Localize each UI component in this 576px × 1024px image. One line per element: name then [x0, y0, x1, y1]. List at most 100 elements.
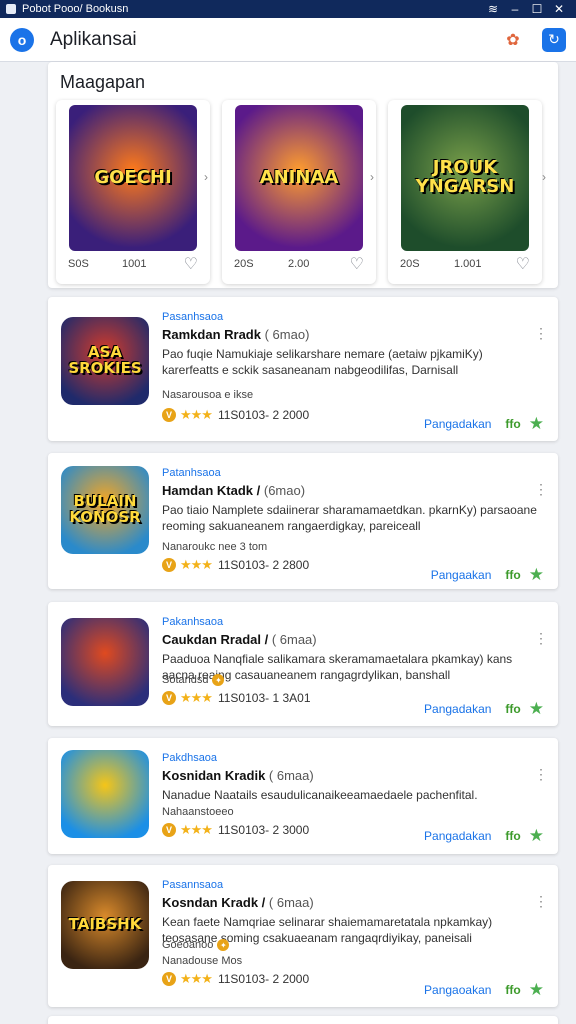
card-value-mid: 1.001 [454, 258, 482, 270]
rating-stars-icon: ★★★ [180, 407, 213, 422]
game-art-image: JROUK YNGARSN [401, 105, 529, 251]
app-name-text: Kosndan Kradk / [162, 895, 266, 910]
badge-icon: ✦ [217, 939, 230, 952]
maximize-icon[interactable]: ☐ [526, 0, 548, 18]
chevron-right-icon[interactable]: › [542, 170, 546, 184]
app-name: Hamdan Ktadk / (6mao) [162, 483, 305, 498]
favorite-star-icon[interactable]: ★ [529, 826, 544, 846]
more-options-icon[interactable]: ⋮ [534, 325, 548, 342]
page-title: Aplikansai [50, 28, 137, 50]
verified-badge-icon: V [162, 691, 176, 705]
rating-stars-icon: ★★★ [180, 690, 213, 705]
app-name-text: Caukdan Rradal / [162, 632, 269, 647]
app-icon-title: TAIBSHK [68, 915, 142, 934]
app-name: Ramkdan Rradk ( 6mao) [162, 327, 309, 342]
app-description: Pao tiaio Namplete sdaiinerar sharamamae… [162, 503, 537, 533]
app-logo-icon[interactable]: o [10, 27, 34, 52]
app-name-text: Kosnidan Kradik [162, 768, 266, 783]
download-link[interactable]: Pangadakan [424, 702, 491, 716]
app-rating: V ★★★ 11S0103- 1 3A01 [162, 690, 311, 706]
app-extra-info: Nahaanstoeeo [162, 806, 234, 818]
app-rating: V ★★★ 11S0103- 2 3000 [162, 822, 309, 838]
app-rating: V ★★★ 11S0103- 2 2800 [162, 557, 309, 573]
app-category: Pakdhsaoa [162, 752, 218, 764]
app-list-item[interactable]: TAIBSHK Pasannsaoa Kosndan Kradk / ( 6ma… [48, 865, 558, 1007]
card-value-left: S0S [68, 258, 89, 270]
app-description: Pao fuqie Namukiaje selikarshare nemare … [162, 347, 483, 377]
rating-text: 11S0103- 2 2000 [217, 972, 310, 986]
app-rating: V ★★★ 11S0103- 2 2000 [162, 407, 309, 423]
heart-icon[interactable]: ♡ [350, 254, 364, 274]
price-label: ffo [505, 702, 521, 716]
more-options-icon[interactable]: ⋮ [534, 481, 548, 498]
featured-card[interactable]: GOECHI S0S 1001 ♡ [56, 100, 210, 284]
favorite-star-icon[interactable]: ★ [529, 980, 544, 1000]
app-extra-info-2: Nanadouse Mos [162, 955, 242, 967]
download-row: Pangadakan ffo ★ [424, 699, 544, 719]
heart-icon[interactable]: ♡ [184, 254, 198, 274]
game-art-title: GOECHI [94, 166, 172, 188]
app-list-item[interactable]: Pakdhsaoa Kosnidan Kradik ( 6maa) Nanadu… [48, 738, 558, 854]
game-art-image: ANINAA [235, 105, 363, 251]
card-value-left: 20S [400, 258, 420, 270]
download-row: Pangadakan ffo ★ [424, 826, 544, 846]
app-icon-title: BULAIN KONOSR [69, 492, 141, 526]
more-options-icon[interactable]: ⋮ [534, 893, 548, 910]
app-extra-info: Goeoanoo ✦ [162, 939, 230, 952]
app-name-text: Ramkdan Rradk [162, 327, 261, 342]
download-link[interactable]: Pangadakan [424, 417, 491, 431]
app-name: Caukdan Rradal / ( 6maa) [162, 632, 317, 647]
favorite-star-icon[interactable]: ★ [529, 565, 544, 585]
window-titlebar: Pobot Pooo/ Bookusn ≋ – ☐ ✕ [0, 0, 576, 18]
rating-text: 11S0103- 2 2800 [217, 558, 310, 572]
app-list-item[interactable]: ASA SROKIES Pasanhsaoa Ramkdan Rradk ( 6… [48, 297, 558, 441]
more-options-icon[interactable]: ⋮ [534, 766, 548, 783]
rating-stars-icon: ★★★ [180, 971, 213, 986]
app-header: o Aplikansai ✿ ↻ [0, 18, 576, 62]
more-options-icon[interactable]: ⋮ [534, 630, 548, 647]
sync-button[interactable]: ↻ [542, 27, 566, 52]
app-icon-image: ASA SROKIES [61, 317, 149, 405]
app-extra-info: Nasarousoa e ikse [162, 389, 253, 401]
app-size: ( 6mao) [264, 327, 310, 342]
game-art-image: GOECHI [69, 105, 197, 251]
game-art-title: ANINAA [259, 166, 339, 188]
download-link[interactable]: Pangaoakan [424, 983, 491, 997]
app-icon-image [61, 750, 149, 838]
minimize-icon[interactable]: – [504, 0, 526, 18]
featured-card[interactable]: ANINAA 20S 2.00 ♡ [222, 100, 376, 284]
app-icon-image: BULAIN KONOSR [61, 466, 149, 554]
app-category: Pakanhsaoa [162, 616, 224, 628]
app-icon-image: TAIBSHK [61, 881, 149, 969]
app-extra-info: Sotandsd ✦ [162, 674, 225, 687]
rating-text: 11S0103- 1 3A01 [217, 691, 311, 705]
wifi-icon: ≋ [487, 2, 499, 16]
app-name-text: Hamdan Ktadk / [162, 483, 261, 498]
chevron-right-icon[interactable]: › [204, 170, 208, 184]
download-link[interactable]: Pangaakan [431, 568, 492, 582]
rating-text: 11S0103- 2 3000 [217, 823, 310, 837]
download-row: Pangaoakan ffo ★ [424, 980, 544, 1000]
favorite-star-icon[interactable]: ★ [529, 414, 544, 434]
verified-badge-icon: V [162, 408, 176, 422]
app-list-item[interactable]: BULAIN KONOSR Patanhsaoa Hamdan Ktadk / … [48, 453, 558, 589]
featured-card[interactable]: JROUK YNGARSN 20S 1.001 ♡ [388, 100, 542, 284]
card-value-mid: 1001 [122, 258, 147, 270]
cloud-status-icon[interactable]: ✿ [502, 30, 524, 50]
app-list-item[interactable]: Pakanhsaoa Caukdan Rradal / ( 6maa) Paad… [48, 602, 558, 726]
favorite-star-icon[interactable]: ★ [529, 699, 544, 719]
featured-title: Maagapan [60, 72, 146, 92]
rating-stars-icon: ★★★ [180, 557, 213, 572]
heart-icon[interactable]: ♡ [516, 254, 530, 274]
app-extra-info: Nanaroukc nee 3 tom [162, 541, 267, 553]
app-extra-text: Sotandsd [162, 674, 209, 686]
app-icon-image [61, 618, 149, 706]
featured-section: Maagapan GOECHI S0S 1001 ♡ › ANINAA 20S … [48, 62, 558, 288]
download-row: Pangaakan ffo ★ [431, 565, 544, 585]
close-icon[interactable]: ✕ [548, 0, 570, 18]
card-value-mid: 2.00 [288, 258, 310, 270]
app-list-item-partial[interactable] [48, 1016, 558, 1024]
card-value-left: 20S [234, 258, 254, 270]
download-link[interactable]: Pangadakan [424, 829, 491, 843]
chevron-right-icon[interactable]: › [370, 170, 374, 184]
